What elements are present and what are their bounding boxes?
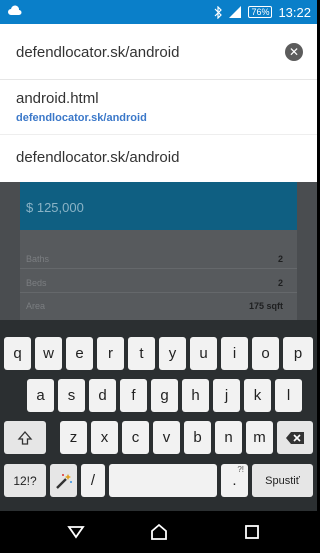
key-u[interactable]: u	[190, 337, 217, 370]
suggestion-title: android.html	[16, 90, 99, 107]
key-h[interactable]: h	[182, 379, 209, 412]
battery-indicator: 76%	[248, 6, 273, 18]
detail-label: Area	[26, 301, 46, 311]
back-button[interactable]	[62, 519, 90, 545]
key-q[interactable]: q	[4, 337, 31, 370]
status-bar: 76% 13:22	[0, 0, 317, 24]
key-v[interactable]: v	[153, 421, 180, 454]
suggestion-item[interactable]: defendlocator.sk/android	[0, 134, 317, 182]
detail-value: 2	[277, 254, 283, 264]
key-c[interactable]: c	[122, 421, 149, 454]
detail-row: Area 175 sqft	[26, 301, 283, 311]
key-r[interactable]: r	[97, 337, 124, 370]
enter-key[interactable]: Spustiť	[252, 464, 313, 497]
key-w[interactable]: w	[35, 337, 62, 370]
key-j[interactable]: j	[213, 379, 240, 412]
backspace-key[interactable]	[277, 421, 313, 454]
keyboard: q w e r t y u i o p a s d f g h j k l z …	[0, 320, 317, 511]
web-page-dimmed: $ 125,000 Baths 2 Beds 2 Area 175 sqft	[0, 182, 317, 320]
key-a[interactable]: a	[27, 379, 54, 412]
recents-icon	[245, 525, 259, 539]
recents-button[interactable]	[238, 519, 266, 545]
detail-value: 2	[277, 278, 283, 288]
key-i[interactable]: i	[221, 337, 248, 370]
key-e[interactable]: e	[66, 337, 93, 370]
key-y[interactable]: y	[159, 337, 186, 370]
status-icons: 76% 13:22	[214, 0, 311, 24]
key-period-label: .	[232, 472, 237, 489]
suggestion-title: defendlocator.sk/android	[16, 149, 180, 166]
detail-row: Beds 2	[26, 278, 283, 288]
divider	[20, 268, 297, 269]
key-p[interactable]: p	[283, 337, 313, 370]
key-k[interactable]: k	[244, 379, 271, 412]
key-d[interactable]: d	[89, 379, 116, 412]
magic-wand-icon	[55, 473, 72, 489]
key-g[interactable]: g	[151, 379, 178, 412]
navigation-bar	[0, 511, 317, 553]
key-slash[interactable]: /	[81, 464, 105, 497]
magic-wand-key[interactable]	[50, 464, 77, 497]
bluetooth-icon	[215, 5, 223, 19]
shift-key[interactable]	[4, 421, 46, 454]
symbols-key[interactable]: 12!?	[4, 464, 46, 497]
key-x[interactable]: x	[91, 421, 118, 454]
back-triangle-icon	[67, 526, 85, 539]
key-period[interactable]: ?! .	[221, 464, 248, 497]
detail-value: 175 sqft	[248, 301, 283, 311]
key-o[interactable]: o	[252, 337, 279, 370]
divider	[20, 292, 297, 293]
listing-price: $ 125,000	[26, 200, 84, 215]
clock: 13:22	[278, 4, 311, 20]
detail-label: Beds	[26, 278, 47, 288]
url-input[interactable]	[16, 44, 266, 61]
cloud-notification-icon	[8, 5, 22, 16]
space-key[interactable]	[109, 464, 217, 497]
detail-label: Baths	[26, 254, 50, 264]
home-button[interactable]	[145, 519, 173, 545]
key-b[interactable]: b	[184, 421, 211, 454]
key-hint: ?!	[237, 465, 244, 474]
backspace-icon	[286, 431, 304, 444]
url-bar: ✕	[0, 24, 317, 80]
suggestion-item[interactable]: android.html defendlocator.sk/android	[0, 80, 317, 134]
detail-row: Baths 2	[26, 254, 283, 264]
key-f[interactable]: f	[120, 379, 147, 412]
close-icon: ✕	[288, 45, 300, 59]
key-t[interactable]: t	[128, 337, 155, 370]
home-icon	[151, 523, 167, 540]
signal-icon	[229, 6, 242, 18]
suggestion-url: defendlocator.sk/android	[16, 112, 147, 124]
clear-url-button[interactable]: ✕	[285, 43, 303, 61]
key-z[interactable]: z	[60, 421, 87, 454]
key-n[interactable]: n	[215, 421, 242, 454]
key-s[interactable]: s	[58, 379, 85, 412]
key-l[interactable]: l	[275, 379, 302, 412]
shift-icon	[17, 430, 33, 445]
key-m[interactable]: m	[246, 421, 273, 454]
